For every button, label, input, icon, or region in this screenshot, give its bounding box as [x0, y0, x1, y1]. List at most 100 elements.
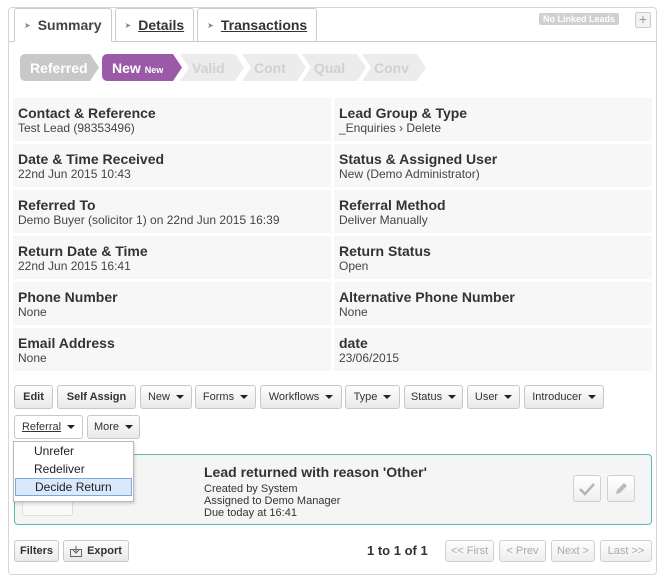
caret-down-icon: [125, 425, 134, 429]
field-label: Phone Number: [18, 289, 118, 305]
caret-down-icon: [383, 395, 392, 399]
caret-down-icon: [448, 395, 457, 399]
button-label: Type: [353, 391, 378, 403]
field-value: Test Lead (98353496): [18, 121, 135, 135]
button-label: Export: [87, 545, 122, 557]
menu-item-redeliver[interactable]: Redeliver: [14, 460, 133, 478]
button-label: Referral: [21, 421, 62, 433]
user-dropdown[interactable]: User: [467, 385, 520, 409]
field-label: Status & Assigned User: [339, 151, 498, 167]
tab-label: Details: [138, 17, 185, 33]
self-assign-button[interactable]: Self Assign: [57, 385, 136, 409]
field-value: 22nd Jun 2015 10:43: [18, 167, 131, 181]
field-contact-reference: Contact & Reference Test Lead (98353496): [13, 98, 331, 141]
field-label: Lead Group & Type: [339, 105, 468, 121]
stage-conv: Conv: [362, 54, 426, 81]
caret-down-icon: [67, 425, 76, 429]
caret-down-icon: [240, 395, 249, 399]
last-page-button[interactable]: Last >>: [600, 540, 652, 562]
field-value: Open: [339, 259, 369, 273]
arrow-icon: ➤: [207, 20, 214, 30]
button-label: Status: [410, 391, 443, 403]
pagination-summary: 1 to 1 of 1: [367, 543, 428, 558]
add-linked-lead-button[interactable]: +: [635, 12, 651, 28]
button-label: Filters: [19, 545, 53, 557]
field-return-date: Return Date & Time 22nd Jun 2015 16:41: [13, 236, 331, 279]
button-label: Forms: [202, 391, 235, 403]
tab-summary[interactable]: ➤ Summary: [14, 8, 112, 42]
stage-label: Conv: [374, 59, 409, 76]
workflows-dropdown[interactable]: Workflows: [260, 385, 342, 409]
field-value: None: [18, 351, 47, 365]
type-dropdown[interactable]: Type: [345, 385, 400, 409]
activity-title: Lead returned with reason 'Other': [204, 464, 427, 480]
more-dropdown[interactable]: More: [87, 415, 140, 439]
field-label: Return Date & Time: [18, 243, 148, 259]
caret-down-icon: [504, 395, 513, 399]
button-label: Edit: [23, 391, 44, 403]
field-referral-method: Referral Method Deliver Manually: [334, 190, 652, 233]
button-label: Workflows: [268, 391, 320, 403]
new-dropdown[interactable]: New: [140, 385, 192, 409]
field-label: Referral Method: [339, 197, 446, 213]
field-date-received: Date & Time Received 22nd Jun 2015 10:43: [13, 144, 331, 187]
field-value: _Enquiries › Delete: [339, 121, 442, 135]
referral-dropdown[interactable]: Referral: [14, 415, 83, 439]
field-status-user: Status & Assigned User New (Demo Adminis…: [334, 144, 652, 187]
pencil-icon: [616, 482, 627, 494]
menu-item-decide-return[interactable]: Decide Return: [15, 478, 132, 496]
button-label: Self Assign: [66, 391, 127, 403]
field-value: New (Demo Administrator): [339, 167, 480, 181]
filters-button[interactable]: Filters: [14, 540, 59, 562]
prev-page-button[interactable]: < Prev: [499, 540, 546, 562]
status-dropdown[interactable]: Status: [404, 385, 463, 409]
button-label: User: [474, 391, 499, 403]
stage-new: New New: [102, 54, 182, 81]
forms-dropdown[interactable]: Forms: [195, 385, 256, 409]
lead-details-grid: Contact & Reference Test Lead (98353496)…: [13, 98, 652, 374]
export-button[interactable]: Export: [63, 540, 129, 562]
field-lead-group-type: Lead Group & Type _Enquiries › Delete: [334, 98, 652, 141]
stage-label: New: [112, 59, 141, 76]
edit-task-button[interactable]: [607, 475, 635, 502]
stage-valid: Valid: [180, 54, 244, 81]
tab-transactions[interactable]: ➤ Transactions: [197, 8, 318, 41]
caret-down-icon: [587, 395, 596, 399]
button-label: New: [147, 391, 170, 403]
field-alt-phone-number: Alternative Phone Number None: [334, 282, 652, 325]
edit-button[interactable]: Edit: [14, 385, 53, 409]
field-label: Contact & Reference: [18, 105, 156, 121]
field-email-address: Email Address None: [13, 328, 331, 371]
menu-item-unrefer[interactable]: Unrefer: [14, 442, 133, 460]
field-label: Email Address: [18, 335, 115, 351]
activity-due: Due today at 16:41: [204, 507, 297, 519]
first-page-button[interactable]: << First: [445, 540, 494, 562]
field-label: Date & Time Received: [18, 151, 165, 167]
field-referred-to: Referred To Demo Buyer (solicitor 1) on …: [13, 190, 331, 233]
field-label: Referred To: [18, 197, 96, 213]
stage-sublabel: New: [144, 64, 164, 75]
activity-created-by: Created by System: [204, 483, 298, 495]
tab-label: Summary: [37, 17, 102, 33]
field-value: 23/06/2015: [339, 351, 400, 365]
button-label: More: [93, 421, 120, 433]
referral-menu: Unrefer Redeliver Decide Return: [13, 441, 134, 502]
introducer-dropdown[interactable]: Introducer: [524, 385, 604, 409]
tab-details[interactable]: ➤ Details: [114, 8, 195, 41]
complete-task-button[interactable]: [573, 475, 601, 502]
activity-assigned-to: Assigned to Demo Manager: [204, 495, 341, 507]
next-page-button[interactable]: Next >: [551, 540, 595, 562]
stage-cont: Cont: [242, 54, 306, 81]
stage-label: Cont: [254, 59, 286, 76]
arrow-icon: ➤: [24, 20, 31, 30]
details-row: Contact & Reference Test Lead (98353496)…: [13, 98, 652, 141]
button-label: Introducer: [532, 391, 582, 403]
field-value: Deliver Manually: [339, 213, 428, 227]
stage-qual: Qual: [302, 54, 366, 81]
tab-label: Transactions: [220, 17, 308, 33]
field-return-status: Return Status Open: [334, 236, 652, 279]
field-value: None: [18, 305, 47, 319]
stage-label: Valid: [192, 59, 225, 76]
field-label: date: [339, 335, 368, 351]
field-label: Alternative Phone Number: [339, 289, 515, 305]
